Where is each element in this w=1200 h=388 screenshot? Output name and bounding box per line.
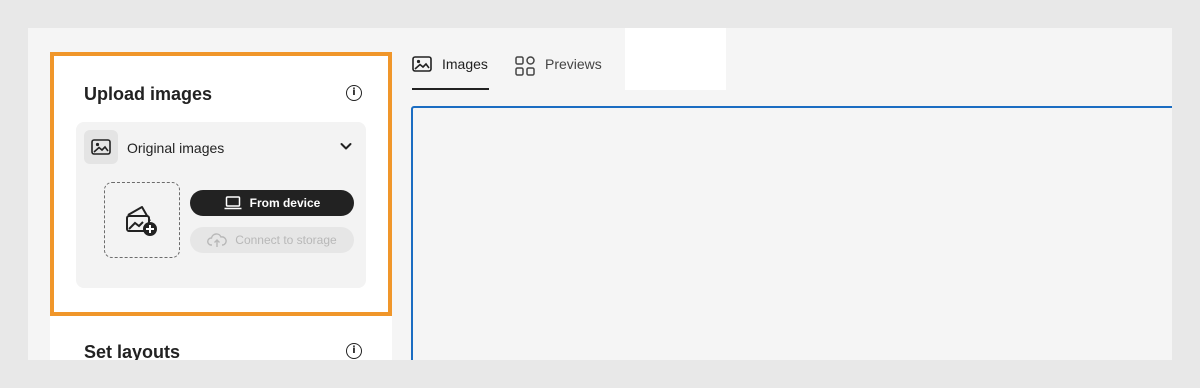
grid-icon [515, 56, 535, 76]
add-image-icon [126, 206, 157, 236]
tab-images-label: Images [442, 56, 488, 72]
upload-images-title: Upload images [84, 84, 213, 104]
chevron-down-icon[interactable] [339, 139, 353, 153]
image-dropzone[interactable] [104, 182, 180, 258]
blank-tab-area [625, 28, 726, 90]
image-icon [412, 56, 432, 72]
info-icon[interactable]: i [346, 343, 362, 359]
connect-storage-button[interactable]: Connect to storage [190, 227, 354, 253]
section-label[interactable]: Original images [127, 140, 224, 156]
tab-images[interactable]: Images [412, 56, 489, 90]
image-icon [84, 130, 118, 164]
from-device-button[interactable]: From device [190, 190, 354, 216]
tab-previews-label: Previews [545, 56, 602, 72]
cloud-upload-icon [207, 233, 228, 247]
from-device-label: From device [249, 196, 321, 210]
connect-storage-label: Connect to storage [235, 233, 337, 247]
set-layouts-title: Set layouts [84, 342, 181, 360]
tab-previews[interactable]: Previews [515, 56, 602, 90]
image-canvas[interactable] [411, 106, 1172, 360]
app-window: Upload images i Original images From dev… [28, 28, 1172, 360]
upload-images-card: Upload images i Original images From dev… [50, 52, 392, 316]
laptop-icon [224, 196, 242, 210]
left-panel: Upload images i Original images From dev… [50, 52, 392, 360]
info-icon[interactable]: i [346, 85, 362, 101]
original-images-section: Original images From device Connect to s… [76, 122, 366, 288]
